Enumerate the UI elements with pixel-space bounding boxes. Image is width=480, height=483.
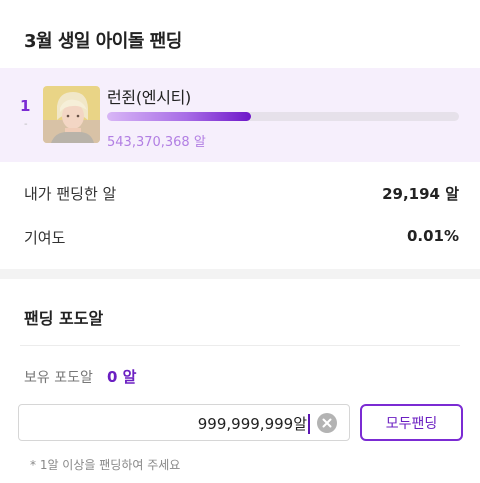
section-title: 팬딩 포도알 <box>24 309 104 328</box>
holding-label: 보유 포도알 <box>24 370 93 386</box>
amount-field[interactable] <box>18 404 350 441</box>
my-fanding-value: 29,194 알 <box>382 185 459 203</box>
my-fanding-label: 내가 팬딩한 알 <box>24 185 117 203</box>
rank-number: 1 <box>20 97 31 115</box>
progress-bar-fill <box>107 112 252 121</box>
egg-total: 543,370,368 알 <box>107 135 206 150</box>
text-caret <box>308 414 310 434</box>
idol-name: 런쥔(엔시티) <box>107 88 191 107</box>
fanding-all-button[interactable]: 모두팬딩 <box>360 404 463 441</box>
contribution-value: 0.01% <box>406 227 459 245</box>
contribution-label: 기여도 <box>24 229 66 247</box>
page-title: 3월 생일 아이돌 팬딩 <box>24 31 182 52</box>
section-divider <box>0 269 480 279</box>
rank-change: - <box>24 119 28 130</box>
helper-note: * 1알 이상을 팬딩하여 주세요 <box>30 458 181 472</box>
progress-bar <box>107 112 459 121</box>
avatar[interactable] <box>43 86 100 143</box>
holding-value: 0 알 <box>107 368 137 386</box>
divider <box>20 345 460 346</box>
clear-icon[interactable] <box>317 413 337 433</box>
ranking-card[interactable]: 1 - 런쥔(엔시티) 543,370,368 알 <box>0 68 480 162</box>
x-icon <box>322 418 332 428</box>
amount-input[interactable] <box>29 411 309 435</box>
idol-portrait-icon <box>43 86 100 143</box>
